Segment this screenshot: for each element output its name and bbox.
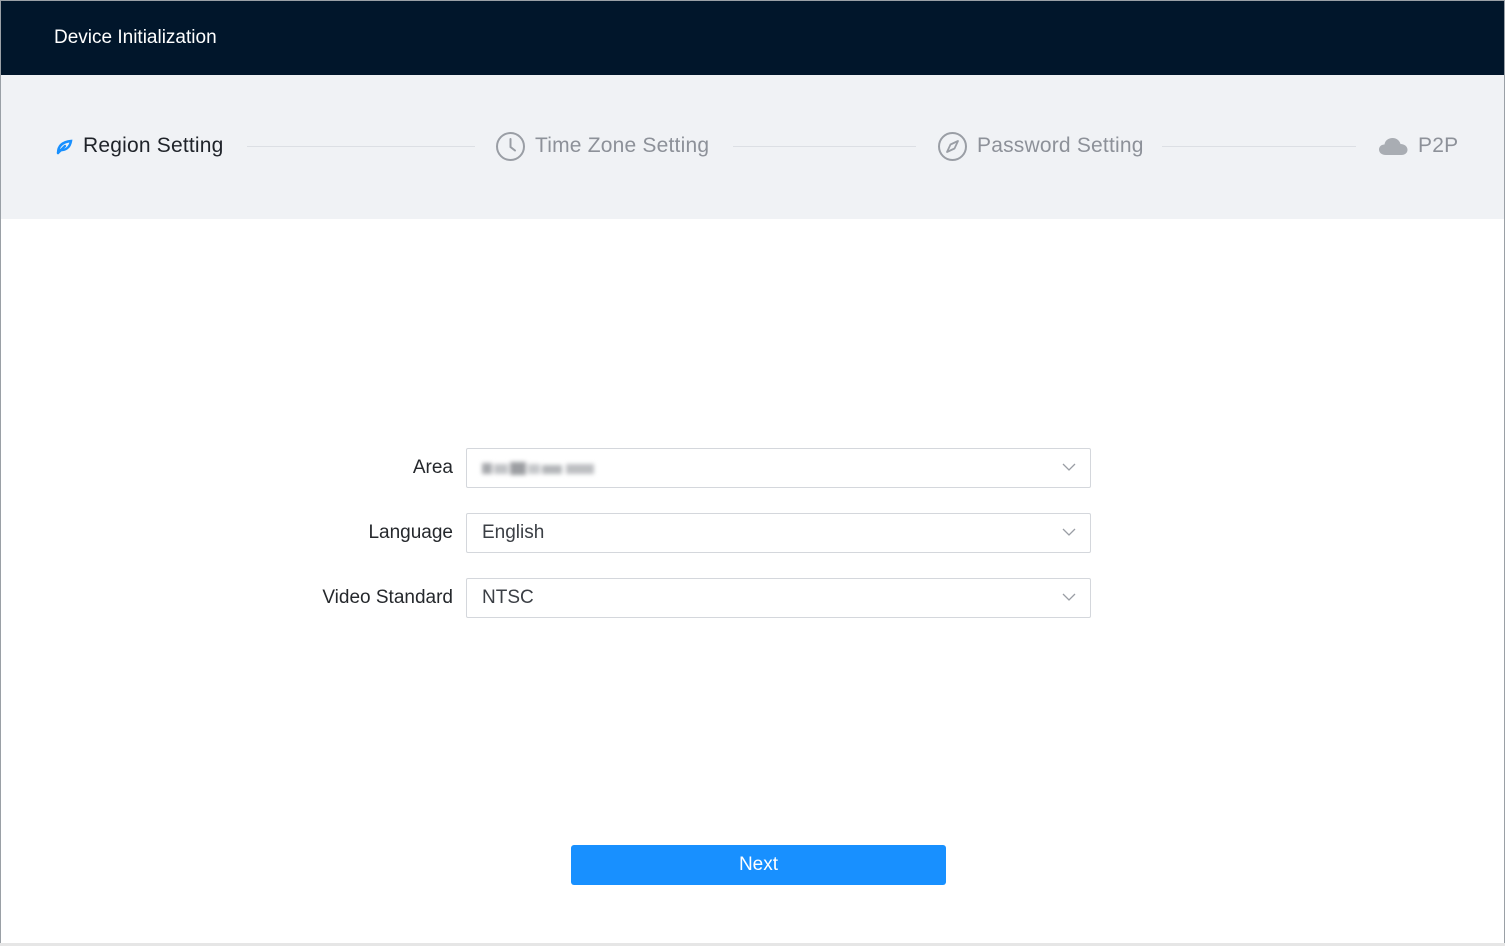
step-password-setting: Password Setting [937,130,1144,162]
title-bar: Device Initialization [1,1,1504,75]
language-value: English [482,522,545,543]
step-label: Region Setting [83,134,224,157]
step-time-zone-setting: Time Zone Setting [495,130,709,162]
chevron-down-icon [1062,463,1076,471]
area-row: Area [1,448,1504,488]
compass-icon [937,131,968,162]
chevron-down-icon [1062,593,1076,601]
leaf-icon [54,136,74,156]
clock-icon [495,131,526,162]
step-progress-bar: Region Setting Time Zone Setting Passwor… [1,75,1504,219]
step-label: P2P [1418,134,1459,157]
video-standard-value: NTSC [482,587,534,608]
device-initialization-window: Device Initialization Region Setting Tim… [0,0,1505,945]
step-label: Password Setting [977,134,1144,157]
chevron-down-icon [1062,528,1076,536]
redacted-area-value [482,462,594,475]
step-connector [247,146,475,147]
step-connector [733,146,916,147]
video-standard-label: Video Standard [322,587,453,608]
area-select[interactable] [466,448,1091,488]
next-button[interactable]: Next [571,845,946,885]
step-label: Time Zone Setting [535,134,710,157]
language-select[interactable]: English [466,513,1091,553]
language-label: Language [368,522,453,543]
window-title: Device Initialization [54,27,217,48]
video-standard-select[interactable]: NTSC [466,578,1091,618]
cloud-icon [1378,135,1409,157]
step-connector [1162,146,1356,147]
video-standard-row: Video Standard NTSC [1,578,1504,618]
step-region-setting: Region Setting [54,130,224,162]
step-p2p: P2P [1378,130,1458,162]
region-setting-form: Area Language English Video Standard NTS… [1,219,1504,944]
language-row: Language English [1,513,1504,553]
area-label: Area [412,457,453,478]
